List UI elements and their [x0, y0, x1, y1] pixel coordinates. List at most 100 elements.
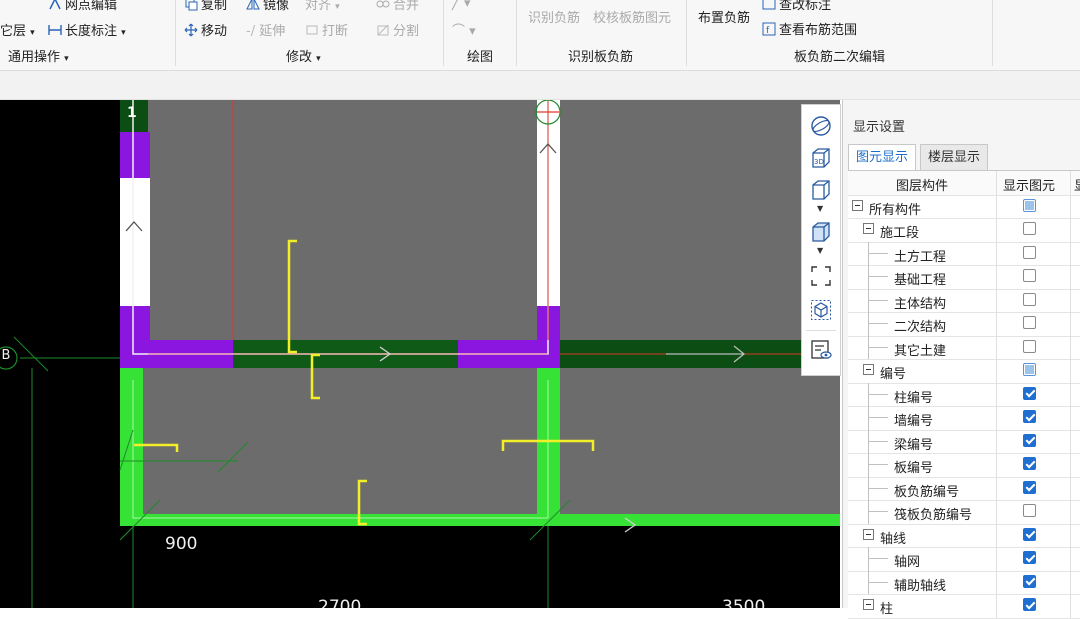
- copy-button[interactable]: 复制: [184, 0, 227, 13]
- tree-row-label: 辅助轴线: [894, 578, 947, 594]
- orbit-icon[interactable]: [810, 115, 832, 137]
- grid-edit-button[interactable]: 网点编辑: [48, 0, 117, 13]
- tree-row[interactable]: 土方工程: [848, 241, 1080, 266]
- tree-row[interactable]: 所有构件: [848, 194, 1080, 219]
- show-element-checkbox[interactable]: [1023, 527, 1036, 541]
- tree-row-label: 土方工程: [894, 249, 947, 265]
- split-button[interactable]: 分割: [376, 20, 419, 39]
- show-element-checkbox[interactable]: [1023, 551, 1036, 564]
- tree-row[interactable]: 墙编号: [848, 406, 1080, 431]
- show-element-checkbox[interactable]: [1023, 222, 1036, 235]
- tree-row-label: 板编号: [894, 461, 934, 476]
- merge-icon: [376, 0, 390, 8]
- layer-button[interactable]: 它层 ▾: [0, 20, 35, 39]
- draw-line-button[interactable]: ╱ ▾: [452, 0, 470, 11]
- tree-row[interactable]: 板负筋编号: [848, 476, 1080, 501]
- place-neg-button[interactable]: 布置负筋: [698, 7, 750, 26]
- tree-row-label: 梁编号: [894, 437, 934, 453]
- modify-label-button[interactable]: 查改标注: [762, 0, 831, 13]
- panel-title: 显示设置: [853, 120, 906, 135]
- show-element-checkbox[interactable]: [1023, 269, 1036, 282]
- tree-row[interactable]: 基础工程: [848, 265, 1080, 290]
- tree-row[interactable]: 轴线: [848, 523, 1080, 548]
- show-element-checkbox[interactable]: [1023, 598, 1036, 611]
- beam-segment: [120, 514, 840, 526]
- column-header: 图层构件: [896, 179, 949, 194]
- group-general: 通用操作 ▾: [8, 50, 69, 65]
- align-button[interactable]: 对齐 ▾: [305, 0, 340, 13]
- tree-row-label: 基础工程: [894, 273, 947, 288]
- merge-button[interactable]: 合并: [376, 0, 419, 13]
- collapse-icon[interactable]: [863, 223, 874, 234]
- display-settings-icon[interactable]: [810, 339, 832, 361]
- table-header: 图层构件 显示图元 显: [848, 171, 1080, 196]
- show-element-checkbox[interactable]: [1023, 339, 1036, 353]
- column-header: 显: [1074, 175, 1080, 194]
- tree-row[interactable]: 柱编号: [848, 382, 1080, 407]
- tree-row[interactable]: 主体结构: [848, 288, 1080, 313]
- collapse-icon[interactable]: [863, 364, 874, 375]
- tree-row[interactable]: 施工段: [848, 218, 1080, 243]
- break-button[interactable]: 打断: [305, 20, 348, 39]
- move-button[interactable]: 移动: [184, 20, 227, 39]
- collapse-icon[interactable]: [863, 528, 874, 540]
- grid-edit-icon: [49, 0, 61, 10]
- show-element-checkbox[interactable]: [1023, 363, 1036, 376]
- ribbon-divider: [686, 0, 687, 66]
- draw-arc-button[interactable]: ⌒ ▾: [452, 20, 476, 39]
- mirror-button[interactable]: 镜像: [246, 0, 289, 13]
- collapse-icon[interactable]: [863, 599, 874, 610]
- show-element-checkbox[interactable]: [1023, 457, 1036, 470]
- show-element-checkbox[interactable]: [1023, 316, 1036, 329]
- drawing-canvas[interactable]: B 1 900 2700 3500: [0, 100, 840, 608]
- ribbon-divider: [516, 0, 517, 66]
- tab-floor-display[interactable]: 楼层显示: [920, 144, 989, 171]
- ribbon-divider: [992, 0, 993, 66]
- tree-row[interactable]: 轴网: [848, 547, 1080, 572]
- svg-text:3D: 3D: [814, 158, 824, 166]
- tab-element-display[interactable]: 图元显示: [848, 144, 917, 171]
- show-element-checkbox[interactable]: [1023, 480, 1036, 494]
- cube-solid-icon[interactable]: [810, 221, 832, 243]
- tree-row-label: 筏板负筋编号: [894, 508, 973, 523]
- collapse-icon[interactable]: [852, 199, 863, 211]
- chevron-down-icon[interactable]: ▼: [817, 204, 823, 213]
- check-slab-button[interactable]: 校核板筋图元: [593, 7, 671, 26]
- slab-panel: [560, 368, 840, 514]
- tree-row[interactable]: 其它土建: [848, 335, 1080, 360]
- ribbon-toolbar: 网点编辑 它层 ▾ 长度标注 ▾ 复制 镜像 对齐 ▾ 合并 移动 -/ 延伸 …: [0, 0, 1080, 71]
- tree-row[interactable]: 二次结构: [848, 312, 1080, 337]
- copy-icon: [185, 0, 198, 11]
- tree-row[interactable]: 梁编号: [848, 429, 1080, 454]
- tree-row-label: 施工段: [880, 226, 920, 241]
- length-dim-icon: [48, 25, 62, 35]
- cube-view-icon[interactable]: [810, 179, 832, 201]
- show-element-checkbox[interactable]: [1023, 410, 1036, 423]
- chevron-down-icon[interactable]: ▼: [817, 246, 823, 255]
- recognize-neg-button[interactable]: 识别负筋: [528, 7, 580, 26]
- show-element-checkbox[interactable]: [1023, 245, 1036, 259]
- group-draw: 绘图: [467, 50, 494, 65]
- view-range-button[interactable]: f 查看布筋范围: [762, 19, 857, 38]
- show-element-checkbox[interactable]: [1023, 433, 1036, 447]
- tree-row[interactable]: 编号: [848, 359, 1080, 384]
- tree-row[interactable]: 板编号: [848, 453, 1080, 478]
- tree-row[interactable]: 辅助轴线: [848, 570, 1080, 595]
- tree-row[interactable]: 柱: [848, 594, 1080, 619]
- dimension-label: 3500: [722, 597, 766, 608]
- layer-cube-icon[interactable]: [810, 299, 832, 321]
- show-element-checkbox[interactable]: [1023, 198, 1036, 212]
- 3d-view-icon[interactable]: 3D: [810, 147, 832, 169]
- show-element-checkbox[interactable]: [1023, 574, 1036, 588]
- tree-row-label: 所有构件: [869, 202, 922, 218]
- show-element-checkbox[interactable]: [1023, 292, 1036, 306]
- tree-row[interactable]: 筏板负筋编号: [848, 500, 1080, 525]
- select-region-icon[interactable]: [810, 265, 832, 287]
- show-element-checkbox[interactable]: [1023, 386, 1036, 400]
- wall-segment: [120, 132, 150, 178]
- show-element-checkbox[interactable]: [1023, 504, 1036, 517]
- display-settings-panel: 显示设置 图元显示 楼层显示 图层构件 显示图元 显 所有构件施工段土方工程基础…: [842, 100, 1080, 619]
- column-header: 显示图元: [1003, 179, 1056, 194]
- length-dim-button[interactable]: 长度标注 ▾: [48, 20, 126, 39]
- extend-button[interactable]: -/ 延伸: [246, 20, 285, 39]
